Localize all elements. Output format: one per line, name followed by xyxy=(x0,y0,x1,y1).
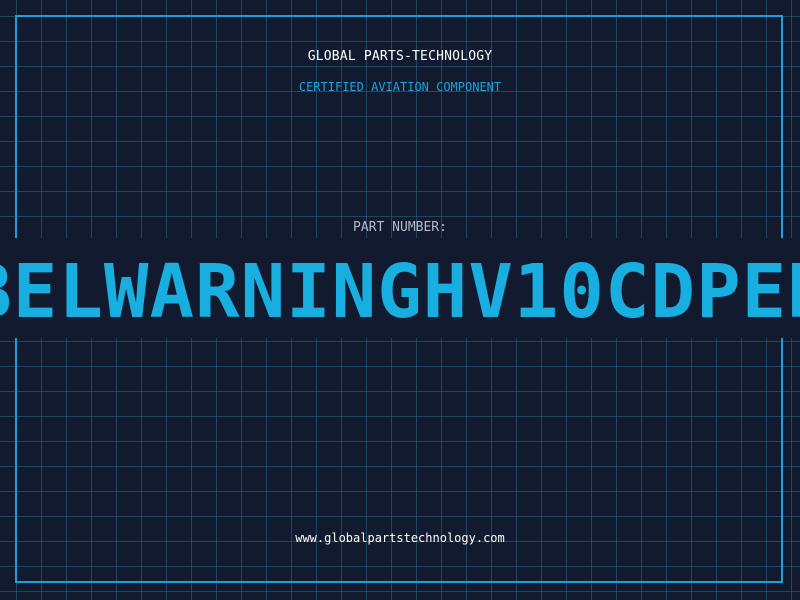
label-canvas: GLOBAL PARTS-TECHNOLOGY CERTIFIED AVIATI… xyxy=(0,0,800,600)
part-number-label: PART NUMBER: xyxy=(353,220,447,235)
company-name: GLOBAL PARTS-TECHNOLOGY xyxy=(307,49,493,64)
part-number-value: BELWARNINGHV10CDPER xyxy=(0,249,800,335)
website-url: www.globalpartstechnology.com xyxy=(295,531,505,545)
certification-tagline: CERTIFIED AVIATION COMPONENT xyxy=(298,80,502,94)
part-number-band: BELWARNINGHV10CDPER xyxy=(0,238,800,338)
